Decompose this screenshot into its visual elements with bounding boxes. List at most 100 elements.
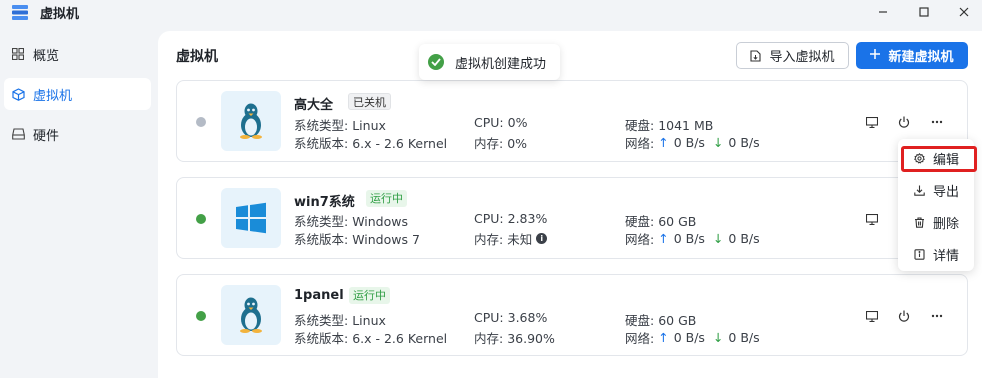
close-icon[interactable] <box>953 2 975 22</box>
mem-value: 0% <box>507 136 528 151</box>
mem-label: 内存: <box>474 136 504 151</box>
minimize-icon[interactable] <box>872 2 894 22</box>
vm-network: 网络: ↑ 0 B/s ↓ 0 B/s <box>625 133 760 152</box>
app-title: 虚拟机 <box>40 7 80 22</box>
net-down-value: 0 B/s <box>728 231 760 246</box>
os-tile <box>221 285 281 345</box>
power-icon[interactable] <box>895 307 913 325</box>
status-dot <box>196 117 206 127</box>
net-down-value: 0 B/s <box>728 330 760 345</box>
sidebar-item-hardware[interactable]: 硬件 <box>4 118 151 150</box>
sidebar-item-label: 硬件 <box>33 128 60 144</box>
net-up-value: 0 B/s <box>673 330 705 345</box>
type-value: Linux <box>352 118 386 133</box>
vm-card[interactable]: win7系统 运行中 系统类型: Windows 系统版本: Windows 7… <box>176 177 968 259</box>
arrow-up-icon: ↑ <box>658 231 669 246</box>
info-icon[interactable]: i <box>536 233 548 244</box>
vm-cpu: CPU: 3.68% <box>474 310 547 325</box>
net-up-value: 0 B/s <box>673 135 705 150</box>
net-label: 网络: <box>625 232 655 247</box>
type-label: 系统类型: <box>294 214 349 229</box>
new-vm-button[interactable]: 新建虚拟机 <box>856 42 968 69</box>
version-value: Windows 7 <box>352 232 420 247</box>
menu-item-label: 详情 <box>933 248 960 264</box>
monitor-icon[interactable] <box>863 307 881 325</box>
vm-network: 网络: ↑ 0 B/s ↓ 0 B/s <box>625 328 760 347</box>
version-value: 6.x - 2.6 Kernel <box>352 331 448 346</box>
vm-type: 系统类型: Linux <box>294 115 386 134</box>
download-icon <box>913 184 925 196</box>
more-icon[interactable] <box>928 113 946 131</box>
vm-type: 系统类型: Windows <box>294 211 408 230</box>
app-logo-icon <box>11 4 29 21</box>
arrow-down-icon: ↓ <box>712 231 724 246</box>
cube-icon <box>11 87 25 101</box>
arrow-up-icon: ↑ <box>658 330 669 345</box>
monitor-icon[interactable] <box>863 210 881 228</box>
menu-item-delete[interactable]: 删除 <box>903 209 975 235</box>
import-vm-button[interactable]: 导入虚拟机 <box>736 42 849 69</box>
plus-icon <box>870 48 881 63</box>
title-bar: 虚拟机 <box>0 0 982 26</box>
vm-version: 系统版本: 6.x - 2.6 Kernel <box>294 328 447 347</box>
vm-type: 系统类型: Linux <box>294 310 386 329</box>
menu-item-details[interactable]: 详情 <box>903 241 975 267</box>
type-label: 系统类型: <box>294 313 349 328</box>
vm-cpu: CPU: 2.83% <box>474 211 547 226</box>
success-toast: 虚拟机创建成功 <box>419 44 560 80</box>
trash-icon <box>913 216 925 228</box>
version-label: 系统版本: <box>294 232 349 247</box>
arrow-down-icon: ↓ <box>712 330 724 345</box>
vm-version: 系统版本: Windows 7 <box>294 229 420 248</box>
sidebar-item-vm[interactable]: 虚拟机 <box>4 78 151 110</box>
disk-label: 硬盘: <box>625 118 655 133</box>
vm-disk: 硬盘: 60 GB <box>625 211 696 230</box>
cpu-label: CPU: <box>474 310 504 325</box>
vm-version: 系统版本: 6.x - 2.6 Kernel <box>294 133 447 152</box>
disk-value: 1041 MB <box>658 118 714 133</box>
sidebar-item-label: 概览 <box>33 48 60 64</box>
version-label: 系统版本: <box>294 136 349 151</box>
vm-memory: 内存: 36.90% <box>474 328 555 347</box>
os-tile <box>221 188 281 248</box>
vm-disk: 硬盘: 60 GB <box>625 310 696 329</box>
maximize-icon[interactable] <box>913 2 935 22</box>
vm-name: 高大全 <box>294 98 334 113</box>
monitor-icon[interactable] <box>863 113 881 131</box>
vm-network: 网络: ↑ 0 B/s ↓ 0 B/s <box>625 229 760 248</box>
page-title: 虚拟机 <box>176 49 218 65</box>
arrow-down-icon: ↓ <box>712 135 724 150</box>
disk-value: 60 GB <box>658 214 697 229</box>
check-circle-icon <box>428 54 444 70</box>
vm-card[interactable]: 高大全 已关机 系统类型: Linux 系统版本: 6.x - 2.6 Kern… <box>176 80 968 162</box>
vm-name: 1panel <box>294 288 344 303</box>
new-vm-label: 新建虚拟机 <box>888 50 954 65</box>
sidebar-item-overview[interactable]: 概览 <box>4 38 151 70</box>
more-icon[interactable] <box>928 307 946 325</box>
menu-item-label: 导出 <box>933 184 960 200</box>
menu-item-export[interactable]: 导出 <box>903 177 975 203</box>
mem-label: 内存: <box>474 331 504 346</box>
status-dot <box>196 214 206 224</box>
power-icon[interactable] <box>895 113 913 131</box>
type-label: 系统类型: <box>294 118 349 133</box>
status-badge: 运行中 <box>366 190 407 207</box>
mem-value: 36.90% <box>507 331 555 346</box>
vm-memory: 内存: 未知 i <box>474 229 548 248</box>
mem-value: 未知 <box>507 232 533 247</box>
linux-penguin-icon <box>240 297 262 333</box>
sidebar-item-label: 虚拟机 <box>33 88 73 104</box>
net-label: 网络: <box>625 136 655 151</box>
os-tile <box>221 91 281 151</box>
status-badge: 运行中 <box>349 287 390 304</box>
cpu-value: 0% <box>507 115 528 130</box>
vm-name: win7系统 <box>294 195 355 210</box>
vm-card[interactable]: 1panel 运行中 系统类型: Linux 系统版本: 6.x - 2.6 K… <box>176 274 968 356</box>
cpu-label: CPU: <box>474 211 504 226</box>
cpu-value: 2.83% <box>507 211 548 226</box>
grid-icon <box>11 47 25 61</box>
vm-cpu: CPU: 0% <box>474 115 527 130</box>
cpu-label: CPU: <box>474 115 504 130</box>
drive-icon <box>11 127 25 141</box>
status-dot <box>196 311 206 321</box>
